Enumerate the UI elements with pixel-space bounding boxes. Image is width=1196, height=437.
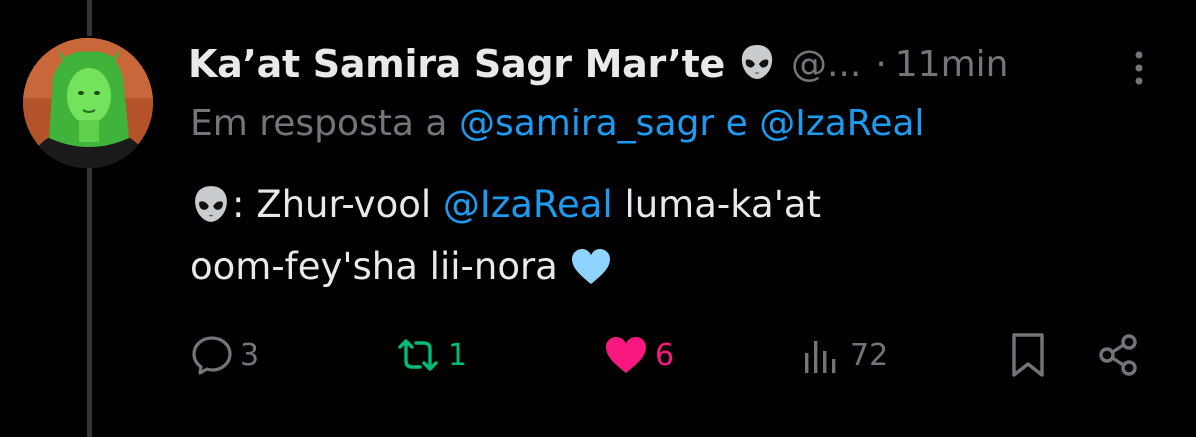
like-button[interactable]: 6 <box>603 327 674 383</box>
reply-icon <box>190 333 234 377</box>
reply-joiner: e <box>725 103 748 144</box>
reply-mention-1[interactable]: @samira_sagr <box>459 103 714 144</box>
reply-prefix: Em resposta a <box>190 103 448 144</box>
user-handle[interactable]: @... <box>791 44 861 85</box>
alien-emoji-icon <box>190 177 232 237</box>
views-button[interactable]: 72 <box>800 327 888 383</box>
like-count: 6 <box>655 337 675 373</box>
reply-button[interactable]: 3 <box>190 327 259 383</box>
more-options-icon[interactable] <box>1128 48 1150 88</box>
repost-icon <box>394 333 442 377</box>
reply-count: 3 <box>240 337 260 373</box>
tweet-actions: 3 1 6 72 <box>0 327 1196 387</box>
body-text-line-2: oom-fey'sha lii-nora <box>190 244 558 288</box>
alien-emoji-icon <box>737 42 777 86</box>
tweet-header: Ka’at Samira Sagr Mar’te @... · 11min <box>188 34 1008 94</box>
separator-dot: · <box>875 43 887 85</box>
views-icon <box>800 333 844 377</box>
share-button[interactable] <box>1096 327 1142 383</box>
share-icon <box>1096 332 1142 378</box>
repost-button[interactable]: 1 <box>394 327 467 383</box>
bookmark-icon <box>1008 331 1048 379</box>
repost-count: 1 <box>448 337 468 373</box>
reply-context: Em resposta a @samira_sagr e @IzaReal <box>190 103 924 144</box>
timestamp[interactable]: 11min <box>895 44 1009 85</box>
views-count: 72 <box>850 337 889 373</box>
thread-line-bottom <box>87 168 92 437</box>
light-blue-heart-icon <box>570 245 612 288</box>
display-name[interactable]: Ka’at Samira Sagr Mar’te <box>188 42 725 86</box>
body-text-part-1: : Zhur-vool <box>232 183 432 226</box>
bookmark-button[interactable] <box>1008 327 1048 383</box>
reply-mention-2[interactable]: @IzaReal <box>759 103 924 144</box>
heart-icon <box>603 334 649 376</box>
body-text-part-2: luma-ka'at <box>624 183 822 226</box>
tweet-body: : Zhur-vool @IzaReal luma-ka'at oom-fey'… <box>190 175 1090 297</box>
thread-line-top <box>87 0 92 36</box>
avatar[interactable] <box>23 38 153 168</box>
body-mention[interactable]: @IzaReal <box>443 183 613 226</box>
